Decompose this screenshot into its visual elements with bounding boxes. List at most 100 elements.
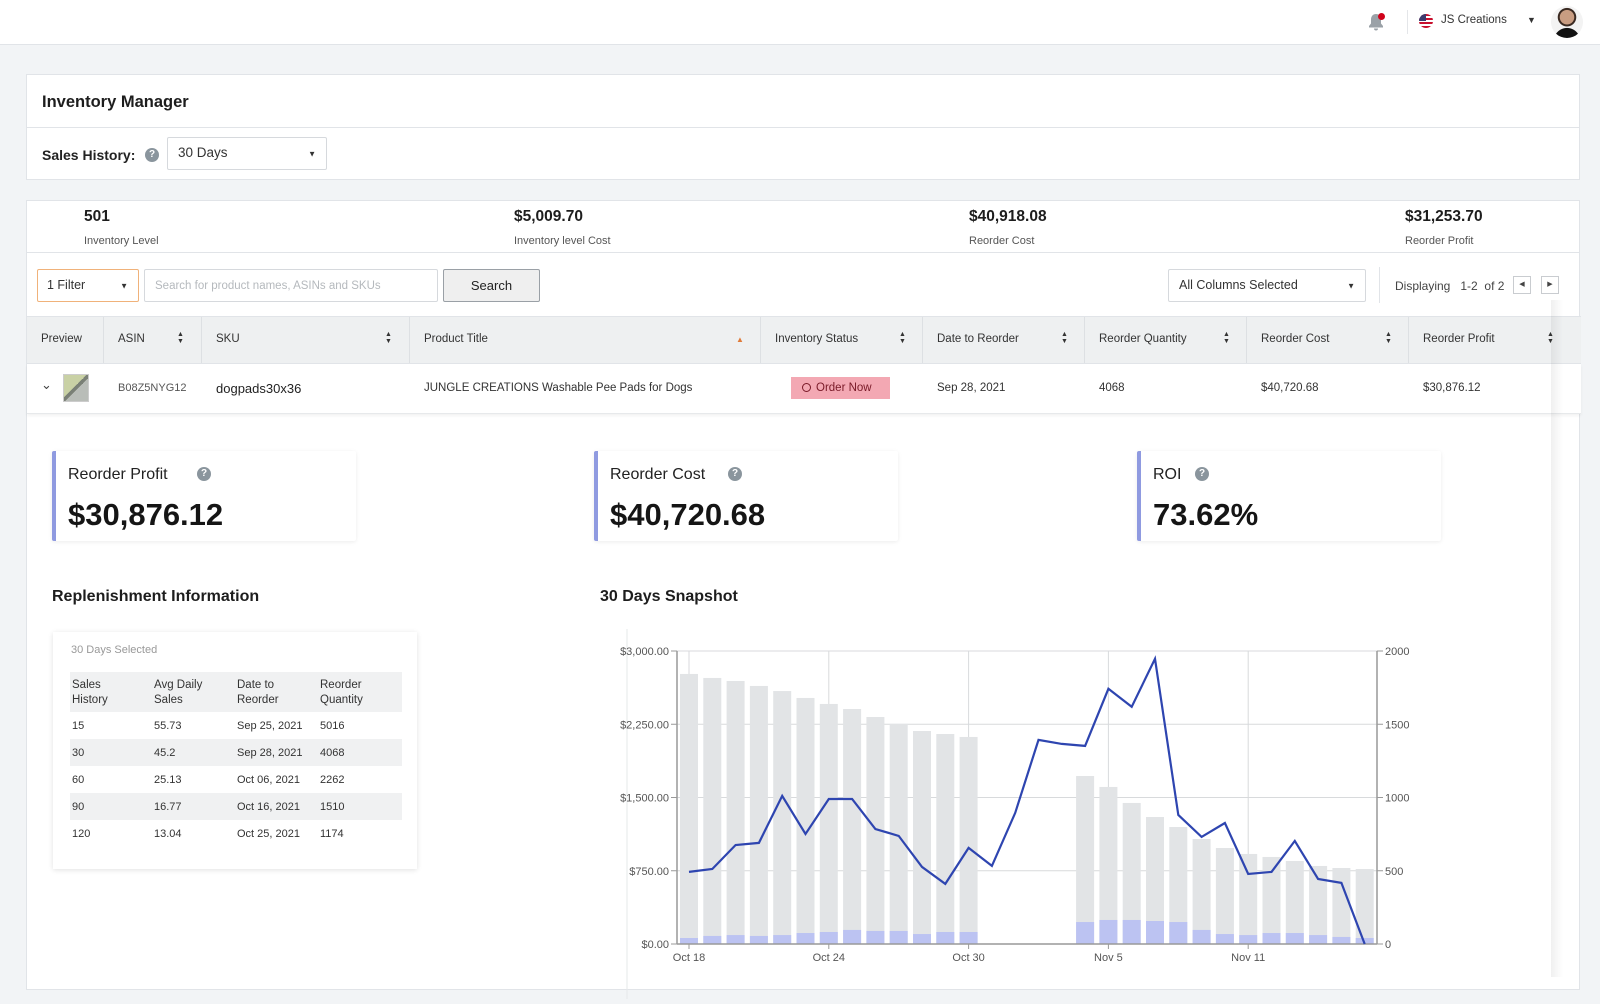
- bar-inventory-value: [936, 734, 954, 944]
- stat-value: 501: [84, 208, 159, 226]
- sort-ascending-icon[interactable]: ▲: [736, 335, 744, 344]
- bar-units-sold: [1286, 933, 1304, 944]
- cell: 2262: [318, 766, 402, 793]
- column-header-product-title[interactable]: Product Title ▲: [410, 317, 761, 363]
- bar-inventory-value: [1239, 854, 1257, 944]
- chevron-down-icon: ▼: [1347, 281, 1355, 290]
- header-date-to-reorder: Date toReorder: [235, 672, 318, 712]
- cell: 45.2: [152, 739, 235, 766]
- header-line: History: [72, 694, 108, 706]
- column-label: Date to Reorder: [937, 333, 1019, 345]
- stat-label: Reorder Profit: [1405, 235, 1483, 247]
- bar-units-sold: [820, 932, 838, 944]
- cell: 30: [70, 739, 152, 766]
- column-label: Product Title: [424, 333, 488, 345]
- stat-label: Reorder Cost: [969, 235, 1047, 247]
- column-header-reorder-quantity[interactable]: Reorder Quantity ▲▼: [1085, 317, 1247, 363]
- columns-select-value: All Columns Selected: [1179, 278, 1298, 292]
- bar-units-sold: [843, 930, 861, 944]
- caret-right-icon: ▶: [1547, 281, 1552, 288]
- column-header-reorder-cost[interactable]: Reorder Cost▲▼: [1247, 317, 1409, 363]
- header-reorder-quantity: ReorderQuantity: [318, 672, 402, 712]
- sales-history-label: Sales History:: [42, 147, 135, 163]
- account-name[interactable]: JS Creations: [1441, 14, 1507, 26]
- bar-units-sold: [1239, 935, 1257, 944]
- displaying-range: 1-2: [1460, 279, 1477, 293]
- cell: 60: [70, 766, 152, 793]
- cell: 4068: [318, 739, 402, 766]
- help-icon[interactable]: ?: [728, 467, 742, 481]
- sort-icon[interactable]: ▲▼: [1061, 331, 1068, 345]
- filter-select[interactable]: 1 Filter ▼: [37, 269, 139, 302]
- account-dropdown-caret-icon[interactable]: ▼: [1527, 15, 1536, 25]
- bar-inventory-value: [1193, 839, 1211, 944]
- help-icon[interactable]: ?: [197, 467, 211, 481]
- cell: Oct 06, 2021: [235, 766, 318, 793]
- sort-icon[interactable]: ▲▼: [177, 331, 184, 345]
- bar-inventory-value: [1286, 861, 1304, 944]
- kpi-card-reorder-cost: Reorder Cost ? $40,720.68: [594, 451, 898, 541]
- sales-history-select[interactable]: 30 Days ▼: [167, 137, 327, 170]
- prev-page-button[interactable]: ◀: [1513, 276, 1531, 294]
- column-header-asin[interactable]: ASIN▲▼: [104, 317, 202, 363]
- divider: [27, 252, 1579, 253]
- sort-icon[interactable]: ▲▼: [385, 331, 392, 345]
- cell: 5016: [318, 712, 402, 739]
- x-tick-label: Nov 5: [1094, 952, 1123, 964]
- bar-units-sold: [750, 936, 768, 944]
- column-label: Reorder Quantity: [1099, 333, 1187, 345]
- search-button[interactable]: Search: [443, 269, 540, 302]
- user-avatar[interactable]: [1551, 6, 1583, 38]
- scroll-shadow: [1551, 300, 1563, 977]
- replenishment-row: 1555.73Sep 25, 20215016: [70, 712, 402, 739]
- notifications-bell-icon[interactable]: [1366, 12, 1386, 32]
- cell-reorder-cost: $40,720.68: [1261, 382, 1319, 394]
- expand-chevron-icon[interactable]: ⌄: [41, 377, 52, 393]
- column-header-sku[interactable]: SKU ▲▼: [202, 317, 410, 363]
- top-navbar: JS Creations ▼: [0, 0, 1600, 45]
- notification-dot: [1378, 13, 1385, 20]
- cell: 1510: [318, 793, 402, 820]
- circle-icon: [802, 383, 811, 392]
- stat-label: Inventory level Cost: [514, 235, 611, 247]
- cell-product-title[interactable]: JUNGLE CREATIONS Washable Pee Pads for D…: [424, 382, 692, 394]
- sort-icon[interactable]: ▲▼: [1223, 331, 1230, 345]
- sort-icon[interactable]: ▲▼: [899, 331, 906, 345]
- y-left-tick-label: $1,500.00: [620, 793, 669, 805]
- replenishment-title: Replenishment Information: [52, 588, 259, 606]
- x-tick-label: Oct 30: [952, 952, 984, 964]
- column-label: Preview: [41, 333, 82, 345]
- bar-units-sold: [890, 931, 908, 944]
- kpi-label: Reorder Profit: [68, 466, 168, 484]
- caret-left-icon: ◀: [1519, 281, 1524, 288]
- column-label: Reorder Profit: [1423, 333, 1495, 345]
- bar-units-sold: [960, 932, 978, 944]
- y-right-tick-label: 1500: [1385, 719, 1409, 731]
- help-icon[interactable]: ?: [145, 148, 159, 162]
- column-header-date-to-reorder[interactable]: Date to Reorder ▲▼: [923, 317, 1085, 363]
- displaying-label: Displaying: [1395, 279, 1450, 293]
- bar-inventory-value: [820, 704, 838, 944]
- bar-inventory-value: [773, 691, 791, 944]
- header-line: Sales: [154, 694, 183, 706]
- column-label: SKU: [216, 333, 240, 345]
- stat-value: $31,253.70: [1405, 208, 1483, 226]
- cell: 90: [70, 793, 152, 820]
- help-icon[interactable]: ?: [1195, 467, 1209, 481]
- table-row[interactable]: ⌄ B08Z5NYG12 dogpads30x36 JUNGLE CREATIO…: [27, 364, 1581, 414]
- header-line: Date to: [237, 679, 274, 691]
- divider: [27, 127, 1579, 128]
- search-input[interactable]: [144, 269, 438, 302]
- next-page-button[interactable]: ▶: [1541, 276, 1559, 294]
- y-right-tick-label: 2000: [1385, 646, 1409, 658]
- filter-label: 1 Filter: [47, 278, 85, 292]
- bar-units-sold: [727, 935, 745, 944]
- cell-asin[interactable]: B08Z5NYG12: [118, 382, 186, 394]
- sort-icon[interactable]: ▲▼: [1385, 331, 1392, 345]
- bar-units-sold: [1332, 937, 1350, 944]
- column-header-inventory-status[interactable]: Inventory Status▲▼: [761, 317, 923, 363]
- columns-select[interactable]: All Columns Selected ▼: [1168, 269, 1366, 302]
- cell-reorder-profit: $30,876.12: [1423, 382, 1481, 394]
- cell-date-to-reorder: Sep 28, 2021: [937, 382, 1005, 394]
- bar-units-sold: [866, 931, 884, 944]
